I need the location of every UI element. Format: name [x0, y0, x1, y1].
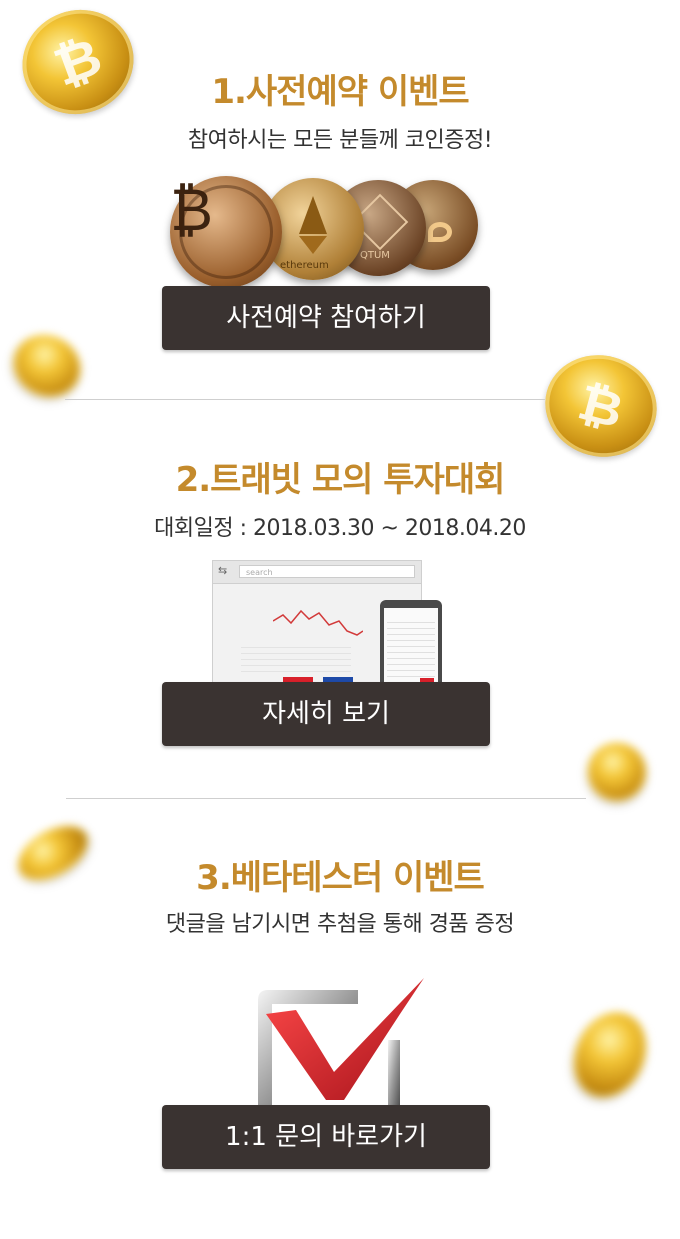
- search-input: search: [239, 565, 415, 578]
- pre-registration-button[interactable]: 사전예약 참여하기: [162, 286, 490, 350]
- inquiry-button[interactable]: 1:1 문의 바로가기: [162, 1105, 490, 1169]
- search-placeholder: search: [246, 568, 273, 577]
- section2-title: 2.트래빗 모의 투자대회: [175, 460, 506, 500]
- view-details-button[interactable]: 자세히 보기: [162, 682, 490, 746]
- browser-bar: ⇆ search: [213, 561, 421, 584]
- mobile-table-lines: [387, 622, 435, 678]
- blurred-coin-icon: [2, 323, 92, 409]
- mobile-screen: [380, 600, 442, 690]
- qtum-label: QTUM: [360, 250, 390, 261]
- bitcoin-symbol: ₿: [572, 372, 630, 440]
- table-lines: [241, 647, 351, 677]
- price-chart-icon: [273, 609, 363, 636]
- section3-subtitle: 댓글을 남기시면 추첨을 통해 경품 증정: [165, 912, 515, 937]
- blurred-coin-icon: [559, 999, 661, 1111]
- section1-title: 1.사전예약 이벤트: [211, 72, 469, 112]
- divider: [65, 399, 545, 400]
- section1-subtitle: 참여하시는 모든 분들께 코인증정!: [187, 128, 493, 153]
- bitcoin-coin-icon: ₿: [533, 342, 669, 470]
- divider: [66, 798, 586, 799]
- checkbox-check-icon: [258, 978, 424, 1110]
- ethereum-logo-lower: [299, 236, 327, 254]
- ethereum-logo-icon: [299, 196, 327, 234]
- blurred-coin-icon: [582, 737, 652, 807]
- back-arrow-icon: ⇆: [218, 564, 228, 577]
- section3-title: 3.베타테스터 이벤트: [196, 858, 485, 898]
- ethereum-label: ethereum: [280, 260, 329, 271]
- dash-logo-icon: [428, 222, 452, 242]
- section2-subtitle: 대회일정 : 2018.03.30 ~ 2018.04.20: [154, 516, 526, 541]
- bitcoin-coin-icon: ₿: [170, 176, 282, 288]
- bitcoin-coin-face: [179, 185, 273, 279]
- mobile-display: [384, 608, 438, 686]
